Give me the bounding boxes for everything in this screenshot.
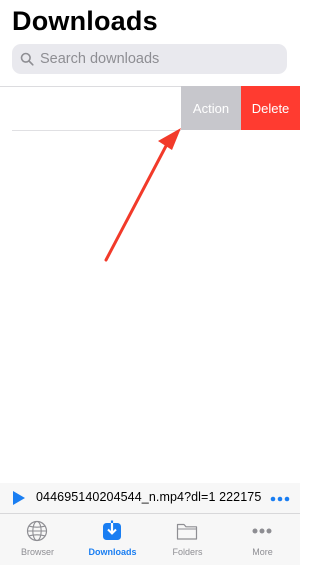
search-bar[interactable]	[12, 44, 287, 74]
player-more-icon[interactable]	[270, 496, 290, 502]
delete-button[interactable]: Delete	[241, 86, 300, 130]
tab-more[interactable]: More	[225, 514, 300, 565]
tab-label: Downloads	[88, 547, 137, 557]
play-icon[interactable]	[12, 491, 26, 505]
folder-icon	[176, 523, 198, 540]
track-title: 044695140204544_n.mp4?dl=1 222175	[36, 490, 262, 504]
globe-icon	[26, 520, 48, 542]
page-title: Downloads	[12, 6, 158, 36]
tab-label: More	[252, 547, 273, 557]
tab-folders[interactable]: Folders	[150, 514, 225, 565]
tab-browser[interactable]: Browser	[0, 514, 75, 565]
more-icon	[252, 528, 272, 534]
download-icon	[103, 520, 121, 540]
search-icon	[20, 52, 34, 66]
tab-downloads[interactable]: Downloads	[75, 514, 150, 565]
tab-bar: Browser Downloads Folders More	[0, 513, 300, 565]
annotation-arrow	[104, 128, 181, 262]
tab-label: Browser	[20, 547, 54, 557]
mini-player[interactable]: 044695140204544_n.mp4?dl=1 222175	[0, 483, 300, 513]
search-input[interactable]	[40, 51, 270, 67]
tab-label: Folders	[172, 547, 203, 557]
action-button[interactable]: Action	[181, 86, 241, 130]
row-divider	[12, 130, 181, 131]
